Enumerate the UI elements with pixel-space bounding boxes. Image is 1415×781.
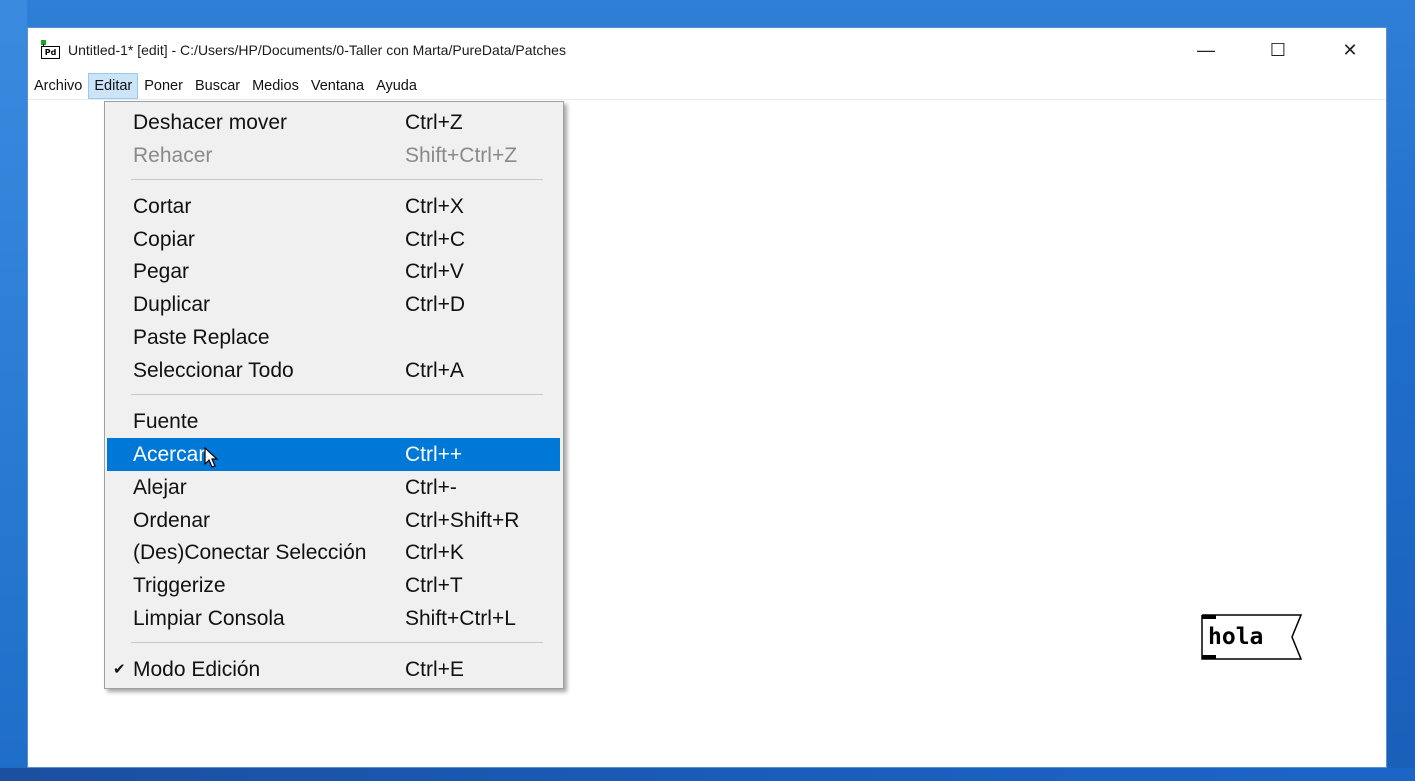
menu-item-duplicar[interactable]: Duplicar Ctrl+D (107, 288, 560, 321)
message-box-hola[interactable]: hola (1201, 614, 1307, 660)
menu-item-cortar[interactable]: Cortar Ctrl+X (107, 190, 560, 223)
menu-poner[interactable]: Poner (138, 73, 189, 99)
minimize-icon: — (1197, 39, 1215, 60)
menu-medios[interactable]: Medios (246, 73, 305, 99)
menu-item-desconectar-seleccion[interactable]: (Des)Conectar Selección Ctrl+K (107, 536, 560, 569)
menu-separator (131, 179, 543, 180)
menu-item-paste-replace[interactable]: Paste Replace (107, 321, 560, 354)
pd-patch-window: Pd Untitled-1* [edit] - C:/Users/HP/Docu… (27, 27, 1387, 768)
maximize-icon: ☐ (1269, 39, 1287, 60)
close-button[interactable]: ✕ (1314, 28, 1386, 72)
menu-item-pegar[interactable]: Pegar Ctrl+V (107, 255, 560, 288)
window-title: Untitled-1* [edit] - C:/Users/HP/Documen… (68, 42, 566, 58)
menu-item-deshacer[interactable]: Deshacer mover Ctrl+Z (107, 106, 560, 139)
menu-buscar[interactable]: Buscar (189, 73, 246, 99)
menu-item-modo-edicion[interactable]: ✔ Modo Edición Ctrl+E (107, 653, 560, 686)
desktop-background-bottom (0, 768, 1415, 781)
mouse-cursor-icon (204, 447, 219, 468)
menu-item-ordenar[interactable]: Ordenar Ctrl+Shift+R (107, 504, 560, 537)
checkmark-icon: ✔ (113, 661, 126, 678)
minimize-button[interactable]: — (1170, 28, 1242, 72)
menu-item-seleccionar-todo[interactable]: Seleccionar Todo Ctrl+A (107, 354, 560, 387)
window-controls: — ☐ ✕ (1170, 28, 1386, 72)
menu-ventana[interactable]: Ventana (305, 73, 370, 99)
menu-ayuda[interactable]: Ayuda (370, 73, 423, 99)
menu-separator (131, 394, 543, 395)
menu-archivo[interactable]: Archivo (28, 73, 88, 99)
menu-item-fuente[interactable]: Fuente (107, 405, 560, 438)
pd-app-icon-label: Pd (41, 46, 60, 59)
menu-item-acercar[interactable]: Acercar Ctrl++ (107, 438, 560, 471)
title-bar[interactable]: Pd Untitled-1* [edit] - C:/Users/HP/Docu… (28, 28, 1386, 72)
menu-item-limpiar-consola[interactable]: Limpiar Consola Shift+Ctrl+L (107, 602, 560, 635)
pd-app-icon: Pd (40, 39, 62, 61)
menu-separator (131, 642, 543, 643)
edit-menu-dropdown: Deshacer mover Ctrl+Z Rehacer Shift+Ctrl… (104, 101, 564, 689)
menu-bar: Archivo Editar Poner Buscar Medios Venta… (28, 73, 1386, 100)
menu-item-rehacer[interactable]: Rehacer Shift+Ctrl+Z (107, 139, 560, 172)
close-icon: ✕ (1342, 39, 1358, 60)
desktop-background (0, 0, 27, 781)
message-box-text: hola (1208, 624, 1264, 650)
menu-item-copiar[interactable]: Copiar Ctrl+C (107, 223, 560, 256)
menu-item-triggerize[interactable]: Triggerize Ctrl+T (107, 569, 560, 602)
menu-editar[interactable]: Editar (88, 73, 139, 99)
menu-item-alejar[interactable]: Alejar Ctrl+- (107, 471, 560, 504)
maximize-button[interactable]: ☐ (1242, 28, 1314, 72)
